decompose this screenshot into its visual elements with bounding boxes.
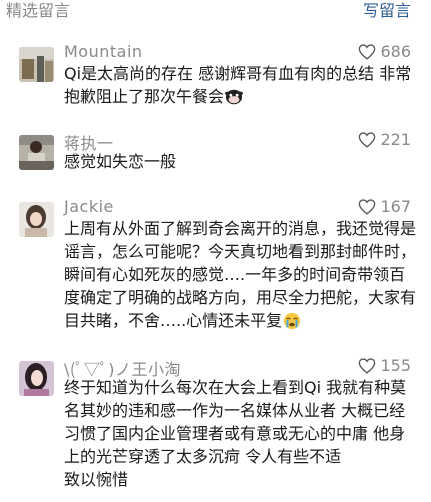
like-button[interactable]: 686 (358, 42, 411, 61)
comment-text: 上周有从外面了解到奇会离开的消息，我还觉得是谣言，怎么可能呢？今天真切地看到那封… (64, 217, 416, 332)
like-button[interactable]: 155 (358, 356, 411, 375)
featured-comments-title: 精选留言 (6, 1, 71, 20)
heart-outline-icon (359, 131, 376, 148)
heart-outline-icon (359, 43, 376, 60)
avatar[interactable] (19, 47, 54, 82)
cow-face-emoji (225, 89, 244, 105)
like-button[interactable]: 167 (358, 197, 411, 216)
write-comment-link[interactable]: 写留言 (363, 0, 411, 21)
crying-face-emoji (284, 312, 301, 330)
comment-author[interactable]: Mountain (64, 42, 143, 61)
comments-header: 精选留言 写留言 (0, 0, 431, 20)
comment-text: 感觉如失恋一般 (64, 150, 416, 173)
heart-outline-icon (359, 357, 376, 374)
comment-text: 终于知道为什么每次在大会上看到Qi 我就有种莫名其妙的违和感一作为一名媒体从业者… (64, 376, 416, 491)
avatar[interactable] (19, 135, 54, 170)
like-count: 221 (380, 130, 411, 149)
avatar[interactable] (19, 202, 54, 237)
avatar[interactable] (19, 361, 54, 396)
like-count: 155 (380, 356, 411, 375)
comment-body: 上周有从外面了解到奇会离开的消息，我还觉得是谣言，怎么可能呢？今天真切地看到那封… (64, 219, 417, 330)
heart-outline-icon (359, 198, 376, 215)
like-button[interactable]: 221 (358, 130, 411, 149)
comment-author[interactable]: Jackie (64, 197, 114, 216)
like-count: 686 (380, 42, 411, 61)
comment-body: 感觉如失恋一般 (64, 152, 177, 171)
comment-body: 终于知道为什么每次在大会上看到Qi 我就有种莫名其妙的违和感一作为一名媒体从业者… (64, 378, 407, 489)
like-count: 167 (380, 197, 411, 216)
comment-text: Qi是太高尚的存在 感谢辉哥有血有肉的总结 非常抱歉阻止了那次午餐会 (64, 62, 416, 108)
